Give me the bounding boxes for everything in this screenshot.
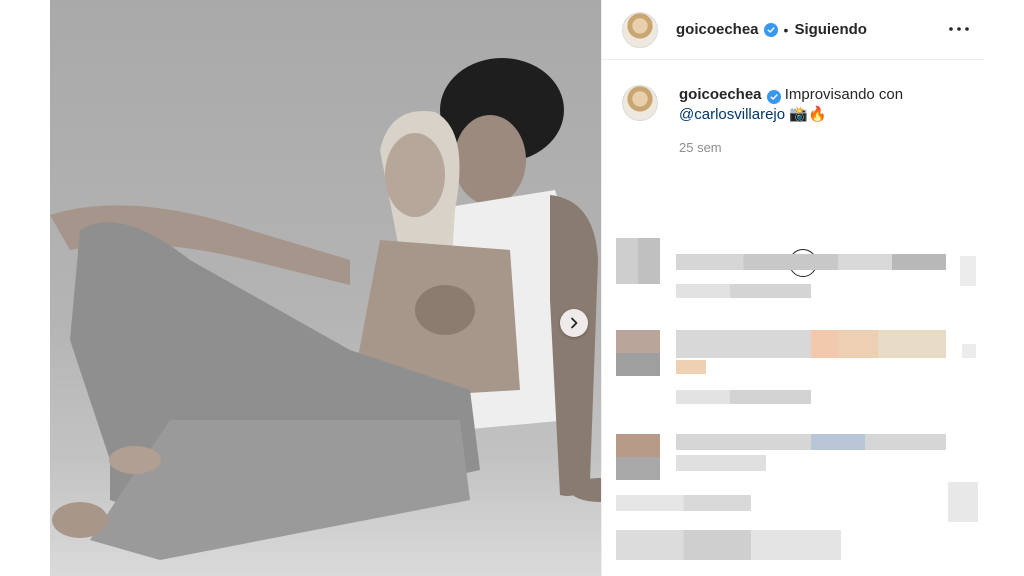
author-username[interactable]: goicoechea [676, 21, 759, 38]
post-timestamp[interactable]: 25 sem [679, 140, 964, 155]
blurred-text [616, 530, 841, 560]
more-options-icon[interactable] [948, 18, 970, 40]
caption-verified-badge-icon [766, 90, 781, 104]
post-caption: goicoechea Improvisando con @carlosvilla… [602, 60, 984, 277]
blurred-like [948, 482, 978, 522]
blurred-text [676, 254, 946, 270]
author-avatar[interactable] [622, 11, 658, 48]
blurred-text [676, 390, 811, 404]
verified-badge-icon [763, 22, 778, 37]
caption-mention-link[interactable]: @carlosvillarejo [679, 106, 785, 123]
blurred-like [960, 256, 976, 286]
blurred-text [676, 455, 766, 471]
chevron-right-icon [571, 317, 578, 329]
caption-username[interactable]: goicoechea [679, 86, 762, 103]
separator-dot: • [783, 21, 789, 38]
caption-emoji: 📸🔥 [789, 106, 827, 123]
blurred-text [616, 495, 751, 511]
photo-figures [50, 58, 601, 560]
next-photo-button[interactable] [560, 309, 588, 337]
blurred-text [676, 284, 811, 298]
blurred-avatar [616, 330, 660, 376]
post-header: goicoechea • Siguiendo [602, 0, 984, 60]
blurred-like [962, 344, 976, 358]
blurred-text [676, 434, 946, 450]
blurred-emoji [676, 360, 706, 374]
following-button[interactable]: Siguiendo [794, 21, 867, 38]
blurred-avatar [616, 238, 660, 284]
caption-author-avatar[interactable] [622, 85, 658, 121]
caption-text: goicoechea Improvisando con @carlosvilla… [679, 85, 939, 125]
blurred-text [676, 330, 946, 358]
caption-body: Improvisando con [784, 86, 904, 103]
post-side-panel: goicoechea • Siguiendo goicoechea Improv… [601, 0, 984, 576]
blurred-avatar [616, 434, 660, 480]
post-photo[interactable] [50, 0, 601, 576]
